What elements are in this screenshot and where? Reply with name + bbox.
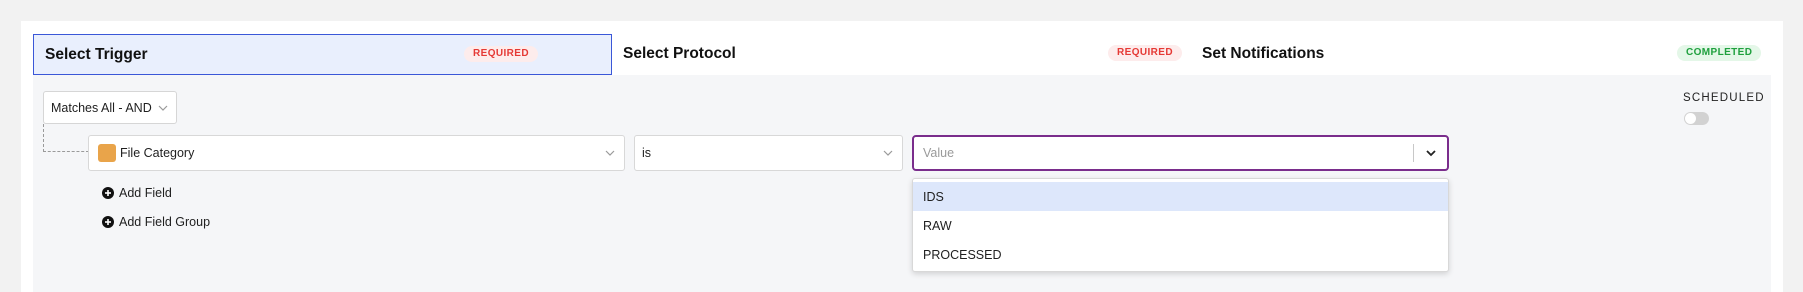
toggle-knob <box>1685 113 1696 124</box>
option-processed[interactable]: PROCESSED <box>913 240 1448 269</box>
chevron-down-icon[interactable] <box>1425 147 1437 159</box>
required-badge: REQUIRED <box>1108 45 1182 61</box>
step-title: Select Trigger <box>45 46 148 63</box>
value-placeholder: Value <box>923 146 955 160</box>
option-raw[interactable]: RAW <box>913 211 1448 240</box>
category-color-swatch <box>98 144 116 162</box>
add-field-label: Add Field <box>119 186 172 200</box>
step-title: Set Notifications <box>1202 45 1325 62</box>
match-mode-label: Matches All - AND <box>51 100 152 115</box>
value-select[interactable]: Value <box>912 135 1449 171</box>
plus-circle-icon <box>102 216 114 228</box>
value-options-menu: IDS RAW PROCESSED <box>912 178 1449 272</box>
add-field-group-label: Add Field Group <box>119 215 211 229</box>
indicator-separator <box>1413 144 1414 162</box>
step-select-protocol[interactable]: Select Protocol REQUIRED <box>612 34 1191 75</box>
step-set-notifications[interactable]: Set Notifications COMPLETED <box>1191 34 1771 75</box>
add-field-group-button[interactable]: Add Field Group <box>102 215 210 229</box>
completed-badge: COMPLETED <box>1677 45 1762 61</box>
option-ids[interactable]: IDS <box>913 182 1448 211</box>
scheduled-toggle[interactable] <box>1684 112 1709 125</box>
chevron-down-icon <box>158 105 168 111</box>
field-select[interactable]: File Category <box>88 135 625 171</box>
step-select-trigger[interactable]: Select Trigger REQUIRED <box>33 34 612 75</box>
required-badge: REQUIRED <box>464 46 538 62</box>
step-title: Select Protocol <box>623 45 736 62</box>
field-select-value: File Category <box>120 146 195 160</box>
scheduled-label: SCHEDULED <box>1683 92 1765 104</box>
chevron-down-icon <box>883 150 893 156</box>
trigger-content-area <box>33 75 1771 292</box>
add-field-button[interactable]: Add Field <box>102 186 172 200</box>
operator-select[interactable]: is <box>634 135 903 171</box>
match-mode-dropdown[interactable]: Matches All - AND <box>43 91 177 124</box>
operator-select-value: is <box>642 146 652 160</box>
chevron-down-icon <box>605 150 615 156</box>
group-connector-line <box>43 124 89 152</box>
plus-circle-icon <box>102 187 114 199</box>
